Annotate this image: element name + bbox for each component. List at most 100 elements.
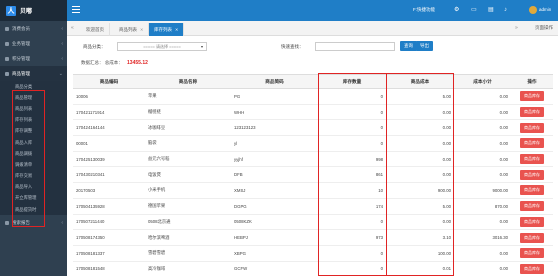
table-cell: 3016.30 xyxy=(454,229,511,246)
table-cell: 0.00 xyxy=(386,135,454,152)
table-cell: 0.00 xyxy=(386,151,454,168)
table-cell: 0.00 xyxy=(454,214,511,231)
table-cell: 0 xyxy=(318,261,386,276)
table-cell: 5.00 xyxy=(386,198,454,215)
export-button[interactable]: 导出 xyxy=(416,41,433,51)
quick-search-input[interactable] xyxy=(315,42,395,51)
avatar[interactable] xyxy=(529,6,537,14)
table-cell-operation: 商品库存 xyxy=(511,88,553,105)
column-header: 商品名称 xyxy=(145,74,231,89)
table-cell-operation: 商品库存 xyxy=(511,119,553,137)
table-cell: 170508181548 xyxy=(73,261,145,276)
document-icon[interactable]: ▤ xyxy=(488,7,494,13)
table-cell-operation: 商品库存 xyxy=(511,198,553,215)
table-cell: 170421171914 xyxy=(73,104,145,121)
sidebar-group-points[interactable]: 积分管理 ‹ xyxy=(0,51,67,66)
stock-detail-button[interactable]: 商品库存 xyxy=(520,122,544,133)
table-cell: XMSJ xyxy=(231,182,318,199)
table-cell: 0.00 xyxy=(454,119,511,137)
stock-detail-button[interactable]: 商品库存 xyxy=(520,201,544,212)
stock-detail-button[interactable]: 商品库存 xyxy=(520,248,544,259)
stock-detail-button[interactable]: 商品库存 xyxy=(520,138,544,149)
table-cell: WHH xyxy=(231,104,318,121)
search-button[interactable]: 查询 xyxy=(400,41,417,51)
table-cell: 0.00 xyxy=(386,104,454,121)
table-cell: 德国苹果 xyxy=(145,198,231,215)
column-header: 商品成本 xyxy=(386,74,454,89)
stock-detail-button[interactable]: 商品库存 xyxy=(520,107,544,118)
business-icon xyxy=(5,41,9,46)
stock-detail-button[interactable]: 商品库存 xyxy=(520,169,544,180)
brand[interactable]: 人 贝嘟 xyxy=(0,0,67,21)
table-cell: 0 xyxy=(318,104,386,121)
table-cell: 170504135928 xyxy=(73,198,145,215)
user-name[interactable]: admin xyxy=(539,7,551,12)
monitor-icon[interactable]: ▭ xyxy=(471,7,477,13)
sidebar-group-label: 消费会员 xyxy=(12,25,30,31)
category-select[interactable]: ===== 请选择 ===== ▾ xyxy=(117,42,207,51)
stock-detail-button[interactable]: 商品库存 xyxy=(520,185,544,196)
table-cell-operation: 商品库存 xyxy=(511,182,553,199)
stock-table: 商品编码 商品名称 商品简码 库存数量 商品成本 成本小计 操作 10006 苹果 PG 0 5.0… xyxy=(73,74,553,276)
bell-icon[interactable]: ♪ xyxy=(504,7,507,13)
table-cell: 998 xyxy=(318,151,386,168)
column-header: 商品简码 xyxy=(231,74,318,89)
table-cell: GCFW xyxy=(231,261,318,276)
table-cell: XBPG xyxy=(231,245,318,262)
page-operations-menu[interactable]: 页面操作 xyxy=(535,25,553,31)
chevron-right-icon: ‹ xyxy=(61,25,63,32)
table-cell: 123123123 xyxy=(231,119,318,137)
stock-detail-button[interactable]: 商品库存 xyxy=(520,216,544,227)
table-cell: 170430210341 xyxy=(73,166,145,184)
table-cell: 100.00 xyxy=(386,245,454,262)
table-cell: 870.00 xyxy=(454,198,511,215)
table-cell: 0.00 xyxy=(454,261,511,276)
table-cell: 苹果 xyxy=(145,88,231,105)
table-cell: 0508北京通 xyxy=(145,214,231,231)
stock-detail-button[interactable]: 商品库存 xyxy=(520,154,544,165)
close-icon[interactable]: ✕ xyxy=(175,27,178,32)
sidebar-group-business[interactable]: 业务管理 ‹ xyxy=(0,36,67,51)
column-highlight-divider xyxy=(386,73,388,276)
table-cell: 0.00 xyxy=(454,151,511,168)
stock-detail-button[interactable]: 商品库存 xyxy=(520,91,544,102)
table-row: 00001 脑袋 yl 0 0.00 0.00 商品库存 xyxy=(73,135,553,152)
table-row: 170424164144 冰咖啡豆 123123123 0 0.00 0.00 商品库存 xyxy=(73,119,553,137)
table-cell: 10006 xyxy=(73,88,145,105)
table-cell: DFB xyxy=(231,166,318,184)
tab-goods-list[interactable]: 商品列表 ✕ xyxy=(114,23,150,36)
quick-functions-link[interactable]: F:快捷功能 xyxy=(413,7,435,13)
tab-scroll-right-icon[interactable]: » xyxy=(515,25,518,31)
table-cell: 10 xyxy=(318,182,386,199)
sidebar-group-label: 积分管理 xyxy=(12,55,30,61)
sidebar-group-member[interactable]: 消费会员 ‹ xyxy=(0,21,67,36)
tab-scroll-left-icon[interactable]: « xyxy=(71,25,74,31)
table-row: 170508181548 高冷咖啡 GCFW 0 0.01 0.00 商品库存 xyxy=(73,261,553,276)
summary-row: 数据汇总： 总成本： 13455.12 xyxy=(81,60,148,66)
chevron-down-icon: ⌄ xyxy=(58,70,63,77)
stock-detail-button[interactable]: 商品库存 xyxy=(520,263,544,274)
summary-cost-label: 总成本： xyxy=(104,60,123,65)
table-cell: 脑袋 xyxy=(145,135,231,152)
table-cell: 170507211440 xyxy=(73,214,145,231)
logo-icon: 人 xyxy=(6,5,16,16)
close-icon[interactable]: ✕ xyxy=(140,27,143,32)
stock-table-container: 商品编码 商品名称 商品简码 库存数量 商品成本 成本小计 操作 10006 苹果 PG 0 5.0… xyxy=(73,73,553,276)
stock-detail-button[interactable]: 商品库存 xyxy=(520,232,544,243)
sidebar-group-goods[interactable]: 商品管理 ⌄ xyxy=(0,66,67,81)
report-icon xyxy=(5,220,9,225)
chevron-down-icon: ▾ xyxy=(200,44,203,49)
menu-toggle-icon[interactable] xyxy=(72,6,80,14)
tab-stock-list[interactable]: 库存列表 ✕ xyxy=(149,23,185,36)
summary-cost-value: 13455.12 xyxy=(127,60,148,66)
column-header: 操作 xyxy=(511,74,553,89)
settings-icon[interactable]: ⚙ xyxy=(454,7,459,13)
table-cell: 170508174350 xyxy=(73,229,145,246)
table-cell: 00001 xyxy=(73,135,145,152)
category-select-value: ===== 请选择 ===== xyxy=(143,43,181,49)
tab-welcome[interactable]: 欢迎首页 xyxy=(81,23,110,36)
quick-search-label: 快速查找： xyxy=(281,44,304,49)
table-cell: 174 xyxy=(318,198,386,215)
table-cell: 小米手机 xyxy=(145,182,231,199)
table-cell: 5.00 xyxy=(386,88,454,105)
